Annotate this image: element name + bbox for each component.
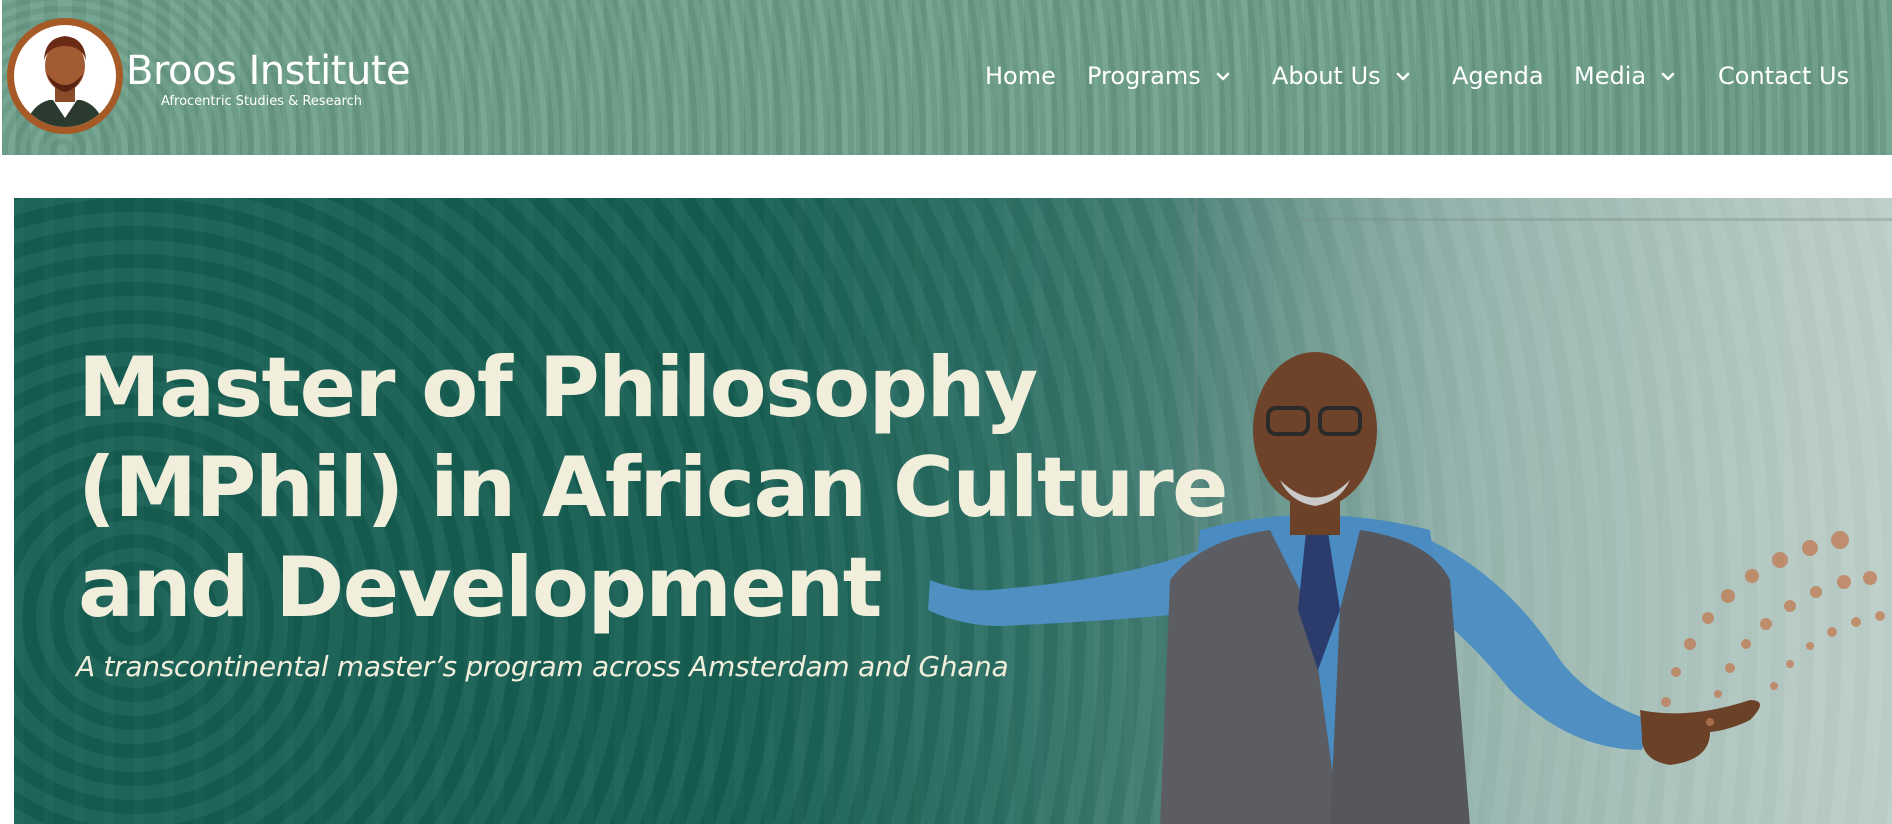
nav-contact-us[interactable]: Contact Us (1718, 58, 1849, 94)
chevron-down-icon (1396, 72, 1409, 81)
nav-agenda-label: Agenda (1452, 62, 1544, 90)
hero-title-line-1: Master of Philosophy (78, 339, 1038, 436)
hero-banner: Master of Philosophy (MPhil) in African … (14, 198, 1892, 824)
nav-media[interactable]: Media (1574, 58, 1676, 94)
nav-about-us[interactable]: About Us (1272, 58, 1411, 94)
nav-programs[interactable]: Programs (1087, 58, 1231, 94)
nav-agenda[interactable]: Agenda (1452, 58, 1544, 94)
hero-subtitle: A transcontinental master’s program acro… (76, 650, 1009, 683)
hero-title-line-3: and Development (78, 539, 882, 636)
nav-programs-label: Programs (1087, 62, 1201, 90)
nav-media-label: Media (1574, 62, 1647, 90)
chevron-down-icon (1216, 72, 1230, 81)
site-header: Broos Institute Afrocentric Studies & Re… (2, 0, 1892, 155)
nav-home-label: Home (985, 62, 1056, 90)
brand-tagline: Afrocentric Studies & Research (161, 94, 362, 109)
nav-home[interactable]: Home (985, 58, 1056, 94)
hero-title-line-2: (MPhil) in African Culture (78, 439, 1228, 536)
decorative-dots (1661, 531, 1885, 726)
brand-name[interactable]: Broos Institute (126, 48, 411, 94)
chevron-down-icon (1661, 72, 1675, 81)
nav-contact-us-label: Contact Us (1718, 62, 1850, 90)
hero-title: Master of Philosophy (MPhil) in African … (78, 338, 1278, 638)
portrait-logo-icon[interactable] (5, 14, 125, 138)
nav-about-us-label: About Us (1272, 62, 1381, 90)
